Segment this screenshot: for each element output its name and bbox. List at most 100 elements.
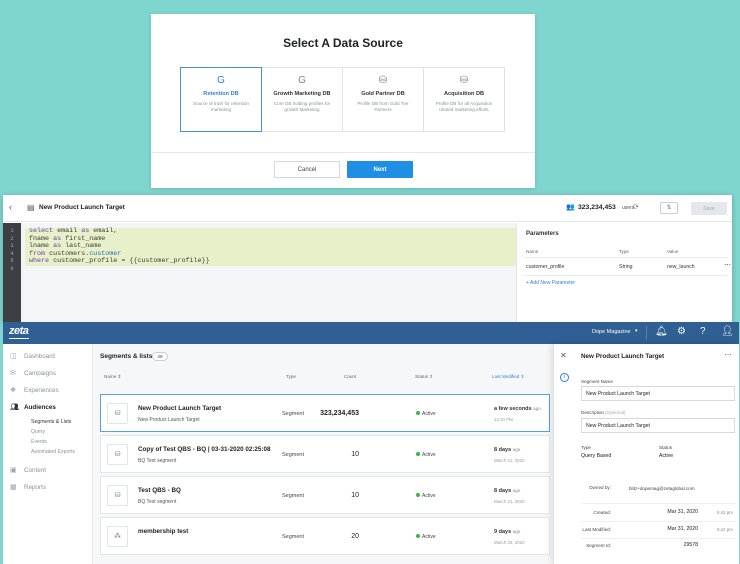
row-modified: 8 days ago (494, 488, 520, 494)
nav-label: Campaigns (24, 369, 56, 377)
cancel-button[interactable]: Cancel (274, 161, 340, 178)
subnav-automated-exports[interactable]: Automated Exports (31, 449, 75, 455)
description-field[interactable]: New Product Launch Target (581, 418, 735, 433)
info-icon[interactable]: i (560, 373, 569, 382)
status-dot (416, 493, 420, 497)
status-label: Active (422, 411, 436, 417)
divider (523, 275, 727, 276)
line-number: 4 (10, 250, 14, 257)
row-modified: 9 days ago (494, 529, 520, 535)
card-acquisition-db[interactable]: ⛁ Acquisition DB Profile DB for all Acqu… (423, 67, 505, 132)
description-label: Description (Optional) (581, 410, 625, 415)
table-row[interactable]: ⛁ Copy of Test QBS - BQ | 03-31-2020 02:… (100, 435, 550, 473)
segment-name-field[interactable]: New Product Launch Target (581, 386, 735, 401)
type-label: Type (581, 445, 591, 450)
table-row[interactable]: ⛁ Test QBS - BQ BQ Test segment Segment … (100, 476, 550, 514)
dashboard-icon: ◫ (10, 353, 17, 360)
chevron-down-icon[interactable]: ▾ (635, 328, 638, 334)
row-name: Test QBS - BQ (138, 487, 181, 494)
more-icon[interactable]: ⋯ (724, 261, 731, 269)
table-row[interactable]: ⁂ membership test Segment 20 Active 9 da… (100, 517, 550, 555)
header-label: Name (104, 374, 117, 379)
segment-id-value: 29578 (683, 542, 698, 548)
next-button[interactable]: Next (347, 161, 413, 178)
card-name: Growth Marketing DB (273, 91, 331, 97)
help-icon[interactable]: ? (700, 326, 706, 337)
modified-ago: ago (533, 406, 541, 411)
nav-reports[interactable]: ▦ Reports (10, 483, 46, 492)
editor-header: ‹ ▤ New Product Launch Target 👥 323,234,… (3, 195, 732, 222)
row-modified-sub: March 30, 2020 (494, 540, 525, 545)
owned-by-value: blitz+dopemag@zetaglobal.com (629, 486, 695, 491)
sql-editor[interactable]: 1 2 3 4 5 6 select email as email, fname … (3, 223, 516, 322)
status-badge: Active (416, 452, 436, 458)
bell-icon[interactable]: 🔔︎ (655, 326, 668, 337)
subnav-query[interactable]: Query (31, 429, 45, 435)
modal-footer-divider (151, 152, 535, 153)
org-switcher[interactable]: Dope Magazine (592, 329, 631, 335)
gear-icon[interactable]: ⚙ (677, 326, 686, 337)
row-modified-sub: 12:34 PM (494, 417, 513, 422)
line-number: 2 (10, 235, 14, 242)
param-type: String (619, 264, 633, 270)
database-icon: ⛁ (378, 75, 388, 86)
param-value: new_launch (667, 264, 695, 270)
sort-icon: ⇕ (429, 374, 434, 379)
nav-campaigns[interactable]: ✉ Campaigns (10, 369, 56, 378)
param-header-type: Type (619, 249, 629, 254)
divider (581, 538, 735, 539)
card-growth-marketing-db[interactable]: G Growth Marketing DB Core DB holding pr… (261, 67, 343, 132)
nav-experiences[interactable]: ❖ Experiences (10, 386, 59, 395)
col-header-status[interactable]: Status ⇕ (415, 374, 433, 380)
col-header-count[interactable]: Count (344, 374, 356, 379)
campaigns-icon: ✉ (10, 370, 16, 377)
table-row[interactable]: ⛁ New Product Launch Target New Product … (100, 394, 550, 432)
nav-dashboard[interactable]: ◫ Dashboard (10, 352, 55, 361)
row-name: New Product Launch Target (138, 405, 222, 412)
modified-ago: ago (512, 529, 521, 534)
back-chevron-icon[interactable]: ‹ (9, 202, 12, 212)
filter-icon[interactable]: ⇅ (660, 202, 678, 214)
nav-label: Audiences (24, 403, 56, 411)
description-label-text: Description (581, 410, 604, 415)
top-bar: zeta Dope Magazine ▾ 🔔︎ ⚙ ? 👤︎ (3, 322, 739, 344)
count-badge: 29 (152, 352, 168, 361)
database-icon: ⛁ (107, 485, 128, 506)
nav-content[interactable]: ▣ Content (10, 466, 46, 475)
close-icon[interactable]: ✕ (560, 351, 567, 360)
subnav-segments-lists[interactable]: Segments & Lists (31, 419, 71, 425)
status-label: Status (659, 445, 673, 450)
user-icon[interactable]: 👤︎ (721, 326, 734, 337)
modified-value: a few seconds (494, 406, 532, 412)
modified-value: 8 days (494, 488, 512, 494)
optional-hint: (Optional) (605, 410, 626, 415)
save-button[interactable]: Save (691, 202, 727, 215)
database-icon: ⛁ (459, 75, 469, 86)
add-parameter-link[interactable]: + Add New Parameter (526, 280, 575, 286)
more-icon[interactable]: ⋯ (724, 350, 732, 359)
row-count: 323,234,453 (320, 410, 359, 417)
col-header-type[interactable]: Type (286, 374, 296, 379)
segment-id-label: Segment Id: (586, 543, 611, 548)
status-badge: Active (416, 411, 436, 417)
subnav-events[interactable]: Events (31, 439, 47, 445)
zeta-logo[interactable]: zeta (9, 325, 29, 337)
line-number: 3 (10, 243, 14, 250)
editor-title: New Product Launch Target (39, 204, 125, 211)
nav-audiences[interactable]: 👥︎ Audiences (10, 403, 56, 412)
parameters-title: Parameters (526, 231, 559, 237)
modal-title: Select A Data Source (283, 36, 403, 50)
sidebar: ◫ Dashboard ✉ Campaigns ❖ Experiences 👥︎ Aud… (3, 344, 93, 564)
refresh-icon[interactable]: ⟳ (633, 203, 639, 211)
divider (523, 257, 727, 258)
col-header-last-modified[interactable]: Last Modified ⇕ (492, 374, 524, 380)
modified-ago: ago (512, 447, 521, 452)
line-number: 6 (10, 265, 14, 272)
col-header-name[interactable]: Name ⇕ (104, 374, 121, 380)
keyword: where (29, 257, 50, 266)
status-badge: Active (416, 493, 436, 499)
card-gold-partner-db[interactable]: ⛁ Gold Partner DB Profile DB from Gold T… (342, 67, 424, 132)
card-retention-db[interactable]: G Retention DB Source of truth for reten… (180, 67, 262, 132)
line-number-gutter: 1 2 3 4 5 6 (3, 223, 21, 322)
data-source-modal: Select A Data Source G Retention DB Sour… (151, 14, 535, 188)
